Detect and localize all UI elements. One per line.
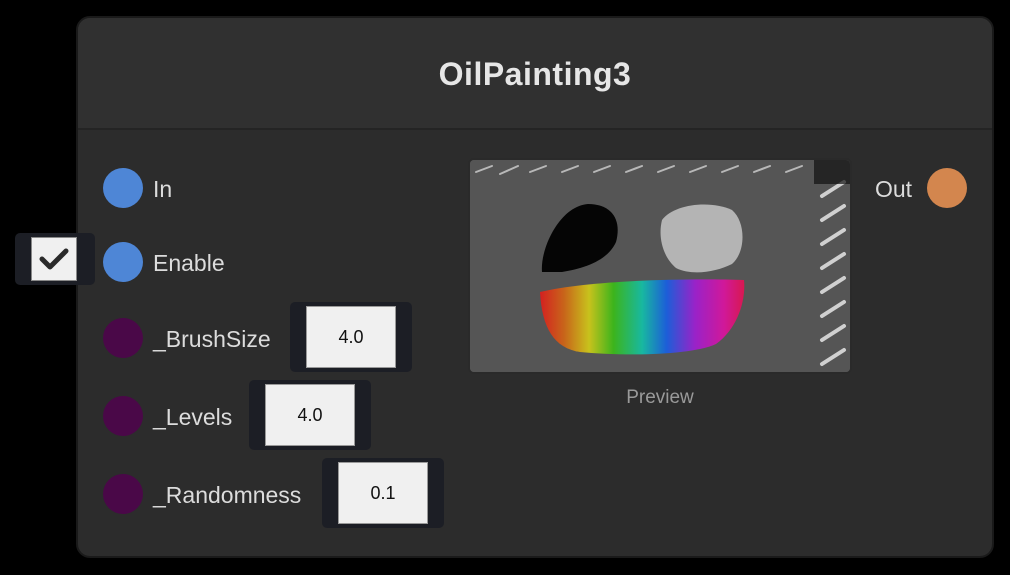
preview-render [470, 160, 850, 372]
node-title: OilPainting3 [438, 56, 632, 92]
node-header[interactable]: OilPainting3 [78, 18, 992, 130]
preview-image [468, 158, 852, 374]
levels-input[interactable]: 4.0 [265, 384, 355, 446]
enable-checkbox-container [15, 233, 95, 285]
port-label-in: In [153, 176, 173, 202]
levels-field-container: 4.0 [249, 380, 371, 450]
port-label-out: Out [875, 176, 913, 202]
port-label-enable: Enable [153, 250, 225, 276]
port-levels[interactable] [103, 396, 143, 436]
brushsize-input[interactable]: 4.0 [306, 306, 396, 368]
randomness-field-container: 0.1 [322, 458, 444, 528]
preview-label: Preview [626, 387, 694, 408]
checkmark-icon [39, 248, 69, 270]
port-enable[interactable] [103, 242, 143, 282]
brushsize-field-container: 4.0 [290, 302, 412, 372]
port-out[interactable] [927, 168, 967, 208]
enable-checkbox[interactable] [31, 237, 77, 281]
port-label-randomness: _Randomness [153, 482, 302, 508]
randomness-input[interactable]: 0.1 [338, 462, 428, 524]
port-label-levels: _Levels [153, 404, 233, 430]
port-brushsize[interactable] [103, 318, 143, 358]
port-in[interactable] [103, 168, 143, 208]
port-randomness[interactable] [103, 474, 143, 514]
port-label-brushsize: _BrushSize [153, 326, 271, 352]
